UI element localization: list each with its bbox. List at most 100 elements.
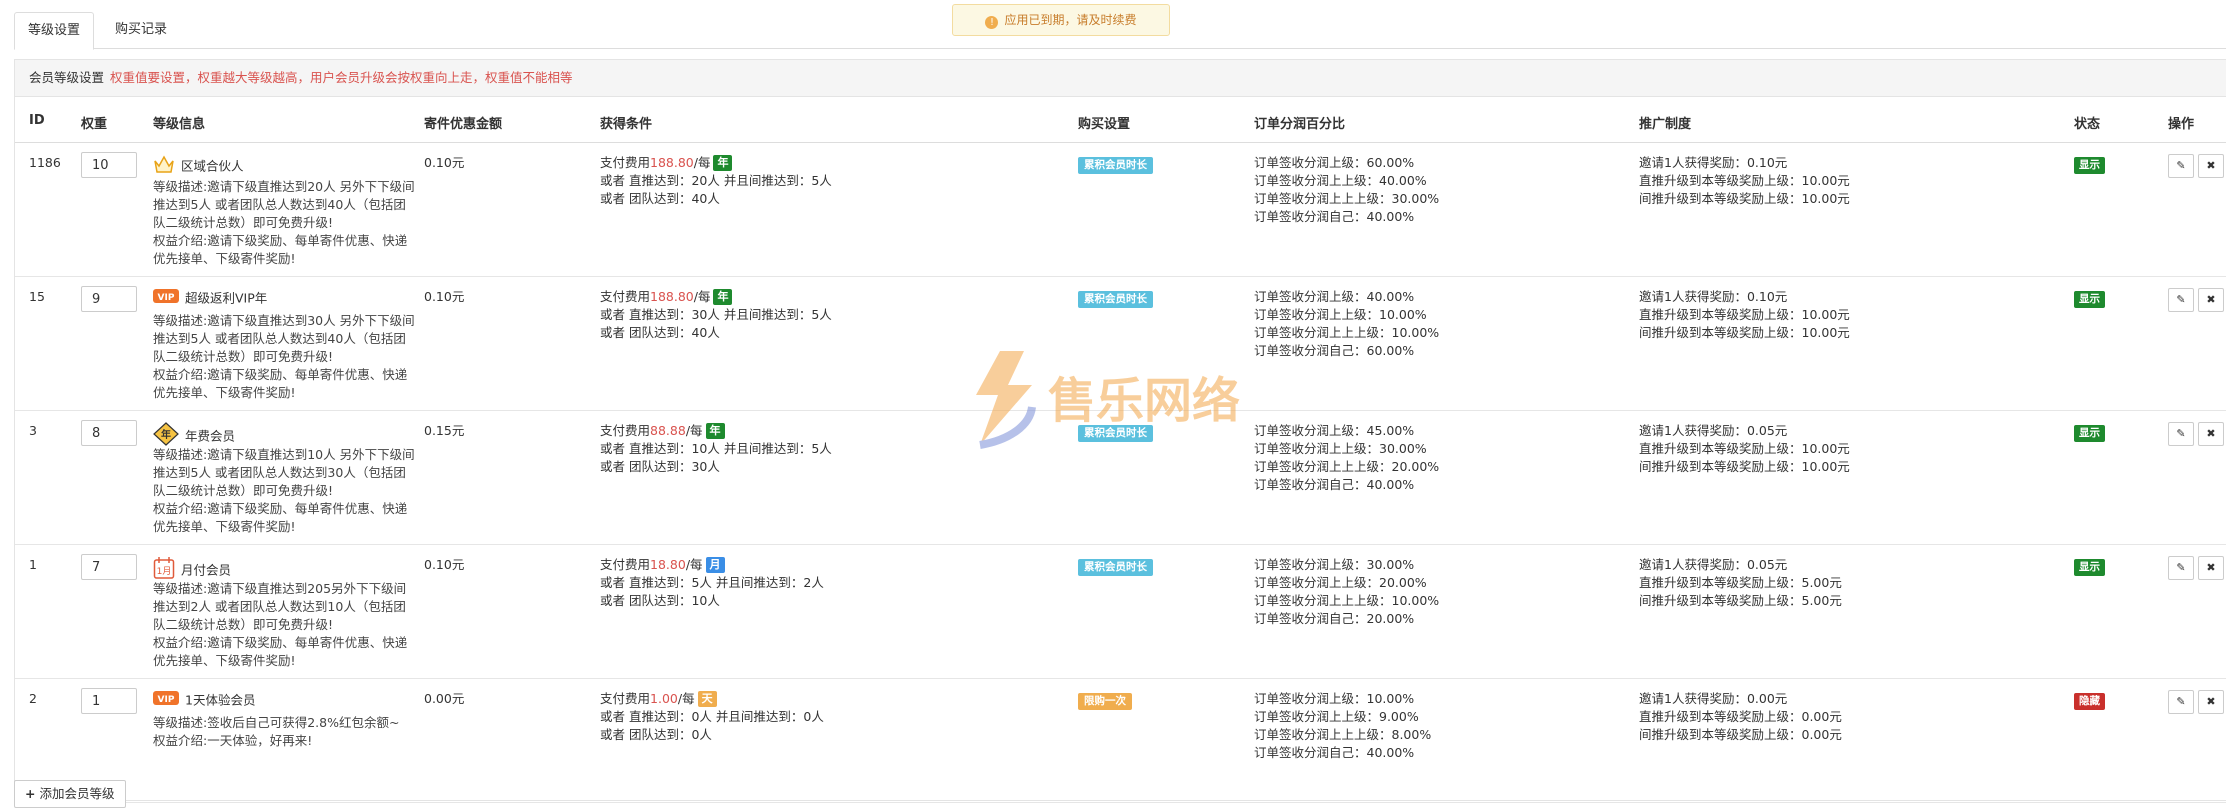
weight-input[interactable] (81, 152, 137, 178)
pay-suffix: /每 (693, 289, 711, 304)
edit-button[interactable]: ✎ (2168, 556, 2194, 580)
promotion-list: 邀请1人获得奖励：0.05元 直推升级到本等级奖励上级：5.00元 间推升级到本等级… (1639, 556, 1842, 610)
level-desc-line: 权益介绍:邀请下级奖励、每单寄件优惠、快递优先接单、下级寄件奖励! (153, 635, 408, 668)
edit-button[interactable]: ✎ (2168, 422, 2194, 446)
pay-condition: 支付费用188.80/每年 (600, 288, 832, 306)
discount-amount: 0.10元 (424, 155, 465, 170)
status-badge[interactable]: 显示 (2074, 425, 2105, 442)
vip-icon: VIP (153, 288, 179, 309)
edit-button[interactable]: ✎ (2168, 288, 2194, 312)
pay-amount: 188.80 (650, 155, 694, 170)
expiry-notice: ! 应用已到期，请及时续费 (952, 4, 1170, 36)
col-conditions: 获得条件 (600, 117, 653, 132)
status-badge[interactable]: 显示 (2074, 157, 2105, 174)
status-badge[interactable]: 显示 (2074, 559, 2105, 576)
level-desc-line: 权益介绍:邀请下级奖励、每单寄件优惠、快递优先接单、下级寄件奖励! (153, 233, 408, 266)
conditions: 支付费用188.80/每年 或者 直推达到：30人 并且间推达到：5人 或者 团… (600, 288, 832, 342)
col-status: 状态 (2074, 117, 2101, 132)
level-name: 区域合伙人 (181, 158, 244, 174)
pay-amount: 1.00 (650, 691, 678, 706)
promotion-line: 邀请1人获得奖励：0.00元 (1639, 691, 1788, 706)
level-id: 1186 (29, 155, 61, 170)
profit-line: 订单签收分润自己：40.00% (1254, 209, 1415, 224)
weight-input[interactable] (81, 688, 137, 714)
profit-line: 订单签收分润上上上级：10.00% (1254, 325, 1440, 340)
pay-suffix: /每 (685, 423, 703, 438)
delete-button[interactable]: ✖ (2198, 154, 2224, 178)
col-promotion: 推广制度 (1639, 117, 1692, 132)
panel-title: 会员等级设置 (29, 70, 105, 85)
profit-line: 订单签收分润上级：30.00% (1254, 557, 1415, 572)
col-purchase: 购买设置 (1078, 117, 1131, 132)
level-desc-line: 等级描述:邀请下级直推达到30人 另外下下级间推达到5人 或者团队总人数达到40… (153, 313, 415, 364)
level-title: VIP 超级返利VIP年 (153, 288, 267, 309)
promotion-list: 邀请1人获得奖励：0.10元 直推升级到本等级奖励上级：10.00元 间推升级到本等… (1639, 288, 1850, 342)
add-level-button[interactable]: + 添加会员等级 (14, 780, 126, 808)
profit-line: 订单签收分润自己：60.00% (1254, 343, 1415, 358)
table-row: 15 VIP 超级返利VIP年 等级描述:邀请下级直推达到30人 另外下下级间推达… (15, 276, 2226, 411)
panel-header: 会员等级设置 权重值要设置，权重越大等级越高，用户会员升级会按权重向上走，权重值不… (15, 60, 2226, 97)
discount-amount: 0.00元 (424, 691, 465, 706)
profit-line: 订单签收分润上级：10.00% (1254, 691, 1415, 706)
promotion-line: 间推升级到本等级奖励上级：5.00元 (1639, 593, 1842, 608)
weight-input[interactable] (81, 554, 137, 580)
level-name: 1天体验会员 (185, 692, 256, 708)
level-description: 等级描述:邀请下级直推达到20人 另外下下级间推达到5人 或者团队总人数达到40… (153, 178, 415, 268)
table-header: ID 权重 等级信息 寄件优惠金额 获得条件 购买设置 订单分润百分比 推广制度… (15, 97, 2226, 143)
col-id: ID (29, 113, 45, 128)
close-icon: ✖ (2206, 561, 2216, 574)
promotion-line: 直推升级到本等级奖励上级：5.00元 (1639, 575, 1842, 590)
delete-button[interactable]: ✖ (2198, 422, 2224, 446)
conditions: 支付费用1.00/每天 或者 直推达到：0人 并且间推达到：0人 或者 团队达到… (600, 690, 824, 744)
purchase-badge: 累积会员时长 (1078, 157, 1153, 174)
delete-button[interactable]: ✖ (2198, 556, 2224, 580)
edit-icon: ✎ (2176, 561, 2186, 574)
pay-prefix: 支付费用 (600, 289, 651, 304)
crown-icon (153, 154, 175, 179)
direct-condition: 或者 直推达到：20人 并且间推达到：5人 (600, 173, 832, 188)
level-id: 2 (29, 691, 37, 706)
profit-list: 订单签收分润上级：10.00% 订单签收分润上上级：9.00% 订单签收分润上上上级… (1254, 690, 1431, 762)
status-badge[interactable]: 隐藏 (2074, 693, 2105, 710)
tab-level-settings[interactable]: 等级设置 (14, 12, 95, 50)
promotion-line: 直推升级到本等级奖励上级：10.00元 (1639, 307, 1850, 322)
level-desc-line: 权益介绍:一天体验，好再来! (153, 733, 313, 748)
pay-condition: 支付费用18.80/每月 (600, 556, 824, 574)
table-row: 1 1月月付会员 等级描述:邀请下级直推达到205另外下下级间推达到2人 或者团… (15, 544, 2226, 679)
level-id: 1 (29, 557, 37, 572)
table-row: 3 年 年费会员 等级描述:邀请下级直推达到10人 另外下下级间推达到5人 或者团… (15, 410, 2226, 545)
profit-line: 订单签收分润上级：60.00% (1254, 155, 1415, 170)
delete-button[interactable]: ✖ (2198, 690, 2224, 714)
edit-button[interactable]: ✎ (2168, 154, 2194, 178)
promotion-line: 间推升级到本等级奖励上级：0.00元 (1639, 727, 1842, 742)
level-description: 等级描述:邀请下级直推达到205另外下下级间推达到2人 或者团队总人数达到10人… (153, 580, 415, 670)
col-discount: 寄件优惠金额 (424, 117, 503, 132)
level-desc-line: 权益介绍:邀请下级奖励、每单寄件优惠、快递优先接单、下级寄件奖励! (153, 501, 408, 534)
edit-icon: ✎ (2176, 427, 2186, 440)
promotion-list: 邀请1人获得奖励：0.00元 直推升级到本等级奖励上级：0.00元 间推升级到本等级… (1639, 690, 1842, 744)
discount-amount: 0.10元 (424, 557, 465, 572)
level-desc-line: 等级描述:邀请下级直推达到205另外下下级间推达到2人 或者团队总人数达到10人… (153, 581, 407, 632)
pay-suffix: /每 (677, 691, 695, 706)
svg-text:VIP: VIP (158, 695, 175, 705)
pay-prefix: 支付费用 (600, 557, 651, 572)
col-level-info: 等级信息 (153, 117, 206, 132)
status-badge[interactable]: 显示 (2074, 291, 2105, 308)
tab-purchase-records[interactable]: 购买记录 (102, 12, 180, 48)
direct-condition: 或者 直推达到：5人 并且间推达到：2人 (600, 575, 824, 590)
edit-button[interactable]: ✎ (2168, 690, 2194, 714)
conditions: 支付费用18.80/每月 或者 直推达到：5人 并且间推达到：2人 或者 团队达… (600, 556, 824, 610)
level-desc-line: 等级描述:签收后自己可获得2.8%红包余额~ (153, 715, 400, 730)
level-description: 等级描述:签收后自己可获得2.8%红包余额~ 权益介绍:一天体验，好再来! (153, 714, 415, 750)
warning-icon: ! (985, 16, 999, 29)
period-tag: 年 (705, 423, 725, 439)
pay-suffix: /每 (685, 557, 703, 572)
purchase-badge: 累积会员时长 (1078, 291, 1153, 308)
promotion-line: 直推升级到本等级奖励上级：10.00元 (1639, 173, 1850, 188)
team-condition: 或者 团队达到：40人 (600, 191, 720, 206)
edit-icon: ✎ (2176, 159, 2186, 172)
delete-button[interactable]: ✖ (2198, 288, 2224, 312)
weight-input[interactable] (81, 420, 137, 446)
promotion-line: 邀请1人获得奖励：0.10元 (1639, 289, 1788, 304)
weight-input[interactable] (81, 286, 137, 312)
